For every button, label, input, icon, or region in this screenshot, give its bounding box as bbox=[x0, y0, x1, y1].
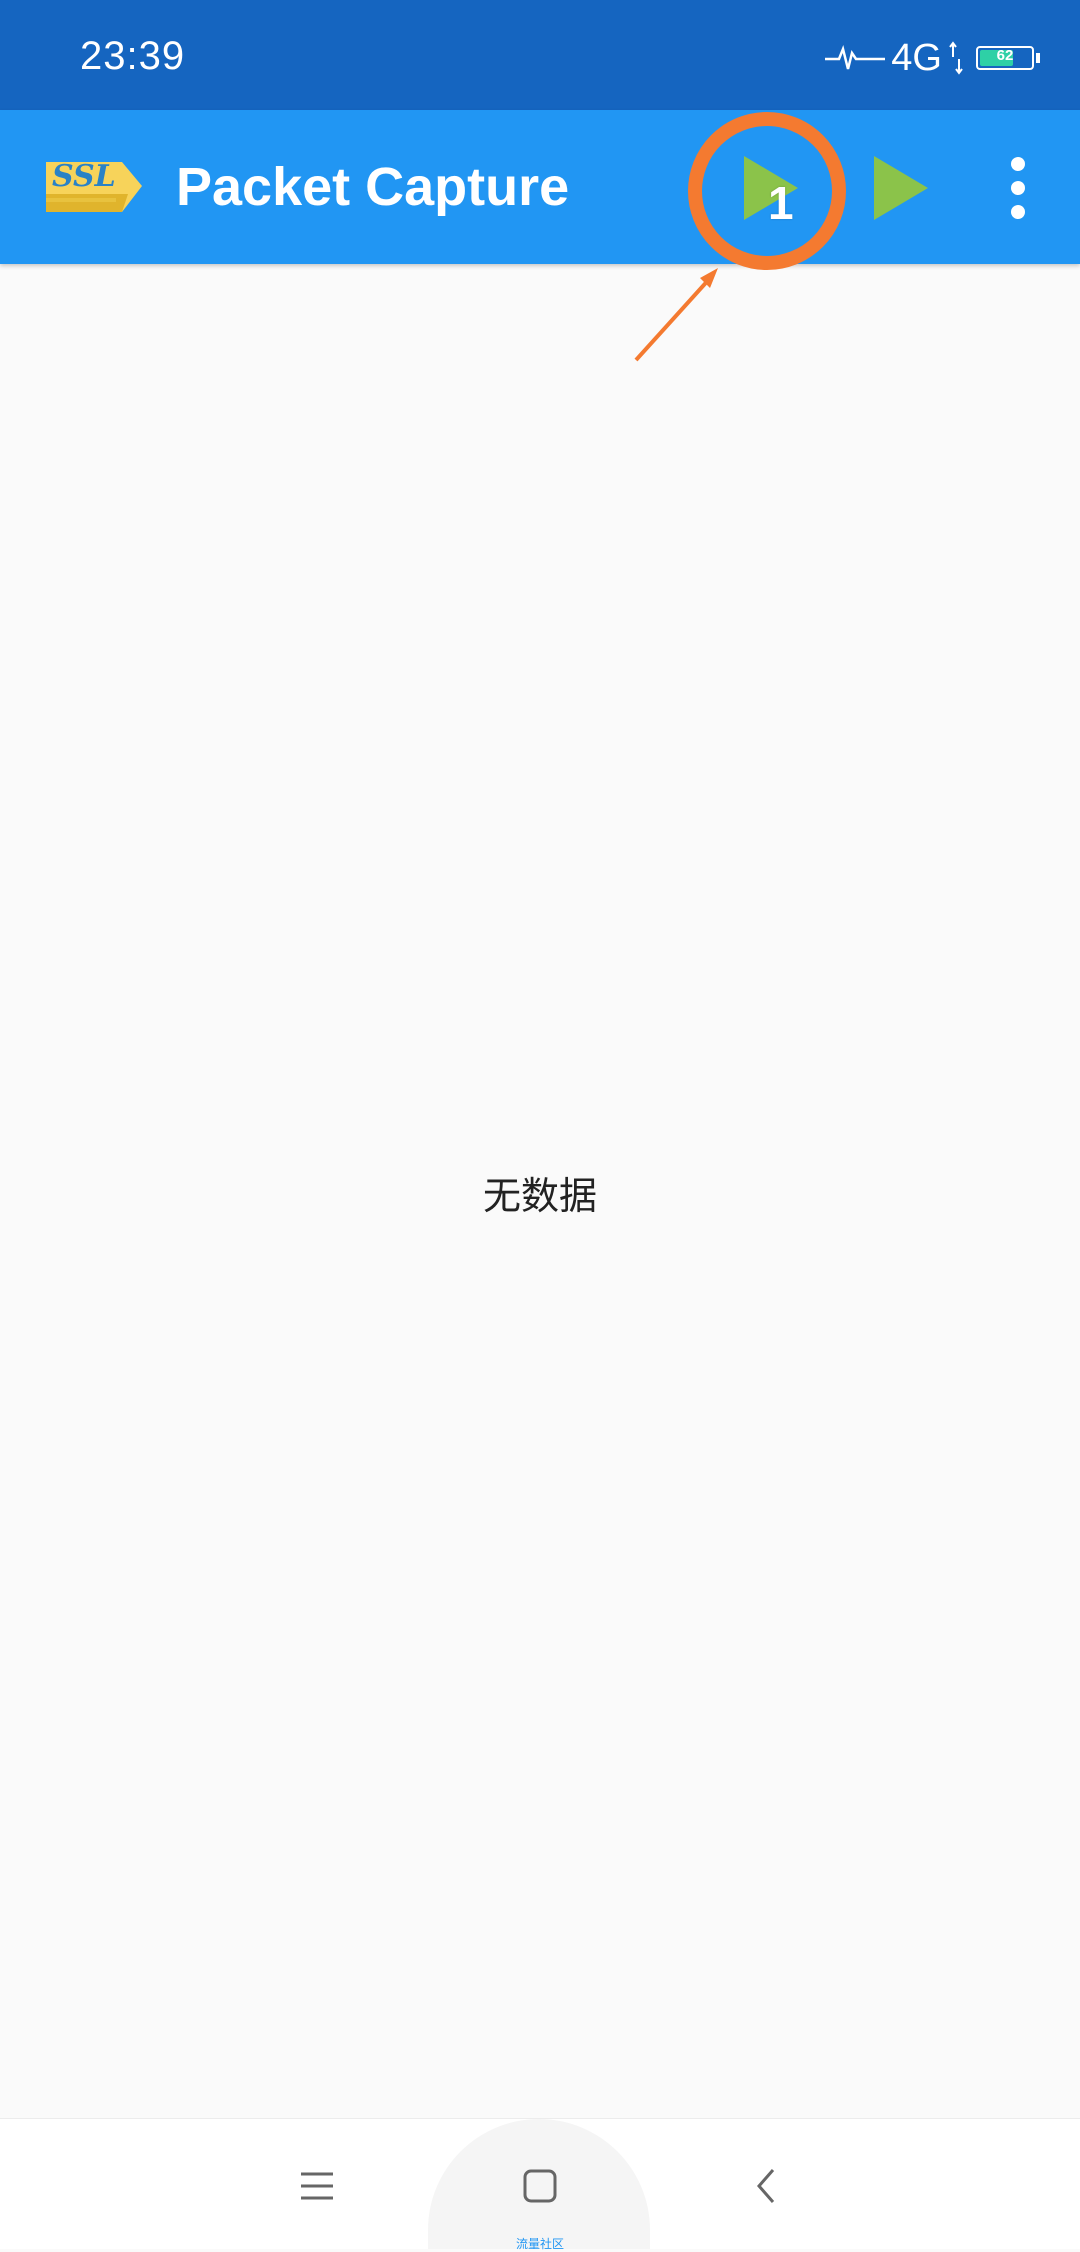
home-icon bbox=[523, 2169, 557, 2203]
battery-level: 62 bbox=[996, 47, 1014, 64]
start-capture-button[interactable] bbox=[858, 140, 954, 236]
empty-state-text: 无数据 bbox=[482, 1176, 597, 1218]
play-icon bbox=[874, 156, 928, 220]
menu-icon bbox=[301, 2172, 333, 2200]
logo-text: SSL bbox=[52, 159, 116, 194]
status-time: 23:39 bbox=[80, 34, 186, 78]
home-button[interactable] bbox=[505, 2151, 575, 2221]
app-bar: SSL Packet Capture bbox=[0, 110, 1080, 264]
back-icon bbox=[757, 2169, 775, 2203]
battery-icon: 62 bbox=[976, 46, 1034, 70]
nav-community-label: 流量社区 bbox=[515, 2237, 564, 2251]
status-bar: 23:39 4G 62 bbox=[0, 0, 1080, 110]
status-indicators: 4G 62 bbox=[825, 36, 1040, 80]
overflow-menu-button[interactable] bbox=[970, 140, 1066, 236]
network-type: 4G bbox=[891, 36, 942, 79]
battery-tip bbox=[1036, 53, 1040, 63]
more-vert-icon bbox=[1011, 157, 1025, 219]
data-transfer-icon bbox=[949, 41, 963, 75]
ssl-logo-icon: SSL bbox=[46, 159, 142, 212]
app-title: Packet Capture bbox=[176, 157, 570, 217]
recent-apps-button[interactable] bbox=[282, 2151, 352, 2221]
back-button[interactable] bbox=[731, 2151, 801, 2221]
navigation-bar: 流量社区 bbox=[0, 2118, 1080, 2251]
activity-icon bbox=[825, 44, 886, 70]
annotation-number: 1 bbox=[768, 177, 794, 229]
annotation-arrow-icon bbox=[634, 268, 718, 362]
